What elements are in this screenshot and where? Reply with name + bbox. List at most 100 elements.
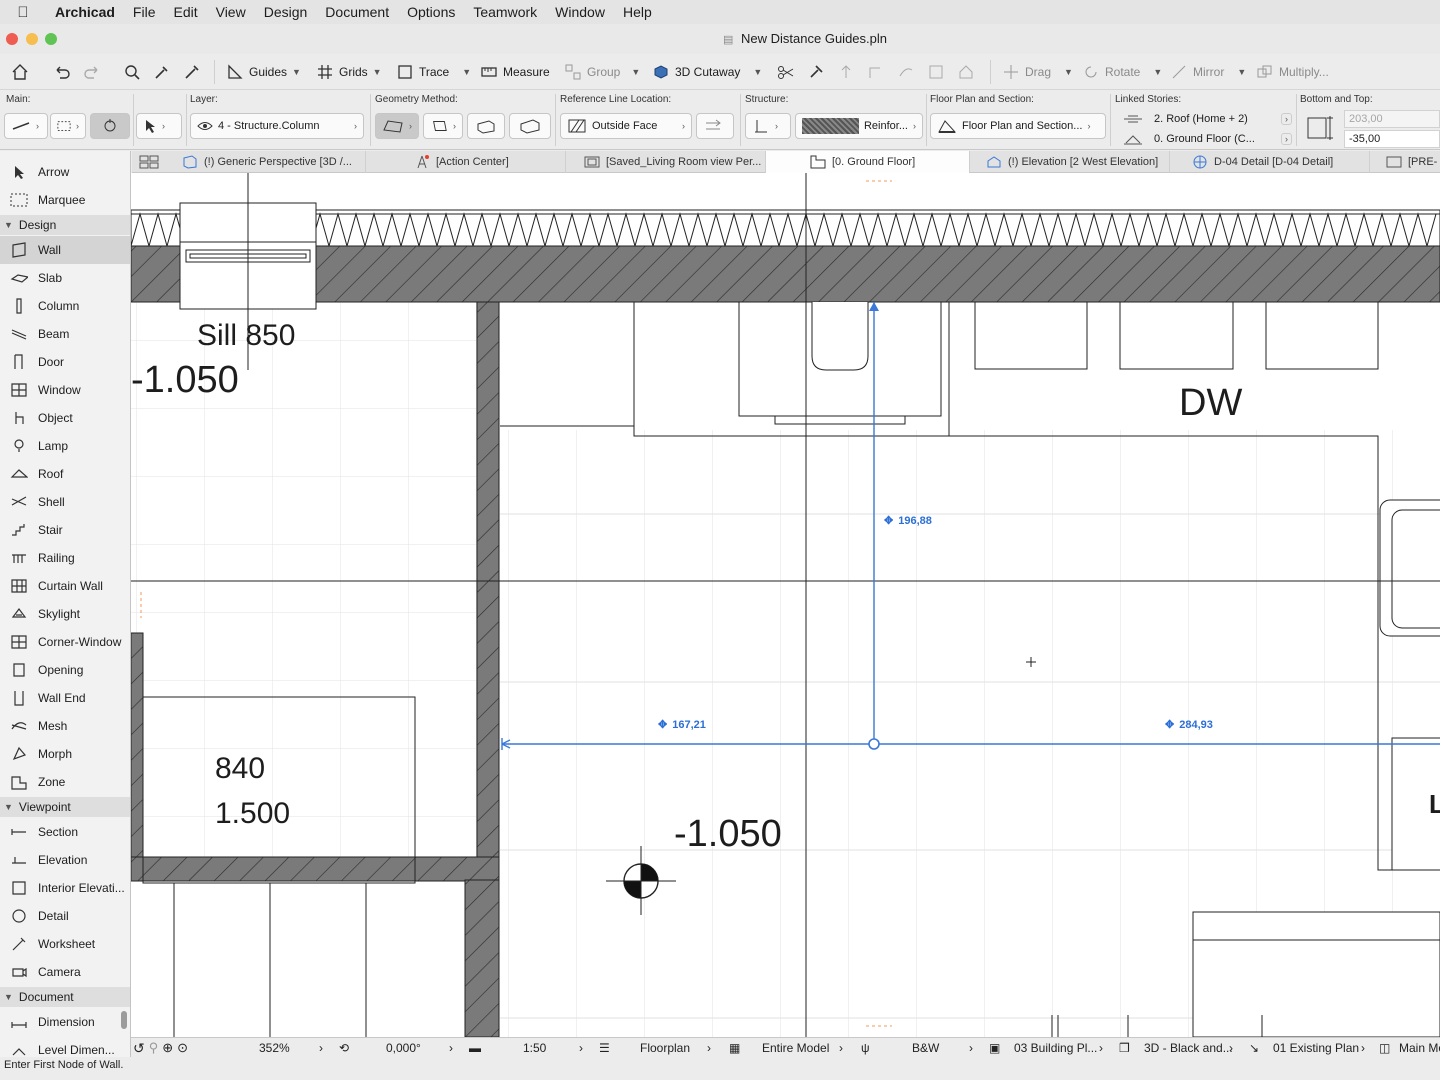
chevron-down-icon[interactable]: ▼ — [1153, 67, 1162, 77]
tool-worksheet[interactable]: Worksheet — [0, 930, 130, 958]
tool-door[interactable]: Door — [0, 348, 130, 376]
design-section-header[interactable]: ▼ Design — [0, 215, 130, 235]
menu-options[interactable]: Options — [398, 4, 464, 20]
tool-elevation[interactable]: Elevation — [0, 846, 130, 874]
top-link-row[interactable]: 2. Roof (Home + 2) › — [1122, 110, 1292, 128]
explode-button[interactable] — [926, 54, 946, 90]
tool-wall-end[interactable]: Wall End — [0, 684, 130, 712]
renovation-filter[interactable]: 01 Existing Plan — [1273, 1038, 1359, 1058]
tab-ground-floor[interactable]: [0. Ground Floor] — [766, 151, 970, 173]
split-button[interactable] — [776, 54, 796, 90]
tool-camera[interactable]: Camera — [0, 958, 130, 986]
chevron-right-icon[interactable]: › — [1281, 113, 1292, 125]
chevron-right-icon[interactable]: › — [969, 1038, 973, 1058]
home-button[interactable] — [10, 54, 30, 90]
structure-type-selector[interactable]: › — [745, 113, 791, 139]
adjust-button[interactable] — [806, 54, 826, 90]
selection-mode-selector[interactable]: › — [50, 113, 86, 139]
orientation-icon[interactable]: ⟲ — [339, 1038, 349, 1058]
tool-curtain-wall[interactable]: Curtain Wall — [0, 572, 130, 600]
trace-button[interactable]: Trace ▼ — [396, 54, 471, 90]
menu-view[interactable]: View — [207, 4, 255, 20]
chevron-right-icon[interactable]: › — [319, 1038, 323, 1058]
menu-teamwork[interactable]: Teamwork — [464, 4, 546, 20]
chevron-right-icon[interactable]: › — [1281, 133, 1292, 145]
top-offset-field[interactable]: 203,00 — [1344, 110, 1440, 128]
tool-detail[interactable]: Detail — [0, 902, 130, 930]
tool-window[interactable]: Window — [0, 376, 130, 404]
tool-dimension[interactable]: Dimension — [0, 1008, 130, 1036]
elevate-button[interactable] — [836, 54, 856, 90]
geometry-trapezoid-button[interactable]: › — [423, 113, 463, 139]
toolbox-scrollbar[interactable] — [121, 1011, 127, 1029]
chevron-down-icon[interactable]: ▼ — [1064, 67, 1073, 77]
menu-help[interactable]: Help — [614, 4, 661, 20]
fit-in-window-icon[interactable]: ⊙ — [177, 1040, 188, 1056]
layer-combination[interactable]: Floorplan — [640, 1038, 690, 1058]
dimension-standard[interactable]: Main Mo — [1399, 1038, 1440, 1058]
chevron-down-icon[interactable]: ▼ — [1237, 67, 1246, 77]
viewpoint-section-header[interactable]: ▼ Viewpoint — [0, 797, 130, 817]
tool-zone[interactable]: Zone — [0, 768, 130, 796]
zoom-level[interactable]: 352% — [259, 1038, 290, 1058]
arrow-selector[interactable]: › — [136, 113, 182, 139]
chevron-down-icon[interactable]: ▼ — [753, 67, 762, 77]
distance-guide-vertical[interactable]: ✥ 196,88 — [884, 514, 932, 528]
group-button[interactable]: Group ▼ — [564, 54, 640, 90]
tool-arrow[interactable]: Arrow — [0, 158, 130, 186]
distance-guide-left[interactable]: ✥ 167,21 — [658, 718, 706, 732]
tool-marquee[interactable]: Marquee — [0, 186, 130, 214]
document-section-header[interactable]: ▼ Document — [0, 987, 130, 1007]
grids-button[interactable]: Grids ▼ — [316, 54, 382, 90]
menu-window[interactable]: Window — [546, 4, 614, 20]
chevron-right-icon[interactable]: › — [449, 1038, 453, 1058]
tool-section[interactable]: Section — [0, 818, 130, 846]
tool-object[interactable]: Object — [0, 404, 130, 432]
menu-edit[interactable]: Edit — [164, 4, 206, 20]
model-view-options[interactable]: 03 Building Pl... — [1014, 1038, 1097, 1058]
tool-roof[interactable]: Roof — [0, 460, 130, 488]
flip-reference-button[interactable] — [696, 113, 734, 139]
tool-level-dimen[interactable]: Level Dimen... — [0, 1036, 130, 1057]
tool-shell[interactable]: Shell — [0, 488, 130, 516]
chevron-down-icon[interactable]: ▼ — [373, 67, 382, 77]
floor-plan-canvas[interactable]: Sill 850 -1.050 DW 840 1.500 -1.050 L ✥ … — [131, 173, 1440, 1037]
tool-slab[interactable]: Slab — [0, 264, 130, 292]
rotate-button[interactable]: Rotate ▼ — [1082, 54, 1162, 90]
layer-selector[interactable]: 4 - Structure.Column › — [190, 113, 364, 139]
tool-column[interactable]: Column — [0, 292, 130, 320]
inject-button[interactable] — [182, 54, 202, 90]
tool-stair[interactable]: Stair — [0, 516, 130, 544]
multiply-button[interactable]: Multiply... — [1256, 54, 1329, 90]
mirror-button[interactable]: Mirror ▼ — [1170, 54, 1246, 90]
tab-generic-perspective[interactable]: (!) Generic Perspective [3D /... — [166, 151, 366, 173]
menu-document[interactable]: Document — [316, 4, 398, 20]
measure-button[interactable]: Measure — [480, 54, 550, 90]
chevron-right-icon[interactable]: › — [1099, 1038, 1103, 1058]
redo-button[interactable] — [82, 54, 102, 90]
offset-button[interactable] — [896, 54, 916, 90]
tool-skylight[interactable]: Skylight — [0, 600, 130, 628]
tool-beam[interactable]: Beam — [0, 320, 130, 348]
tool-corner-window[interactable]: Corner-Window — [0, 628, 130, 656]
tab-saved-living-room[interactable]: [Saved_Living Room view Per... — [566, 151, 766, 173]
bottom-link-row[interactable]: 0. Ground Floor (C... › — [1122, 130, 1292, 148]
tool-lamp[interactable]: Lamp — [0, 432, 130, 460]
chevron-right-icon[interactable]: › — [707, 1038, 711, 1058]
3d-style[interactable]: 3D - Black and... — [1144, 1038, 1233, 1058]
tab-action-center[interactable]: [Action Center] — [366, 151, 566, 173]
geometry-slanted-button[interactable] — [467, 113, 505, 139]
guides-button[interactable]: Guides ▼ — [226, 54, 301, 90]
menu-design[interactable]: Design — [255, 4, 317, 20]
wall-geometry-selector[interactable]: › — [4, 113, 48, 139]
tab-west-elevation[interactable]: (!) Elevation [2 West Elevation] — [970, 151, 1170, 173]
undo-zoom-icon[interactable]: ↺ — [133, 1040, 145, 1057]
tab-overview-button[interactable] — [132, 151, 166, 173]
menu-file[interactable]: File — [124, 4, 165, 20]
favorites-button[interactable] — [90, 113, 130, 139]
structure-display[interactable]: Entire Model — [762, 1038, 829, 1058]
undo-button[interactable] — [52, 54, 72, 90]
geometry-polygonal-button[interactable] — [509, 113, 551, 139]
chevron-down-icon[interactable]: ▼ — [631, 67, 640, 77]
chevron-right-icon[interactable]: › — [839, 1038, 843, 1058]
